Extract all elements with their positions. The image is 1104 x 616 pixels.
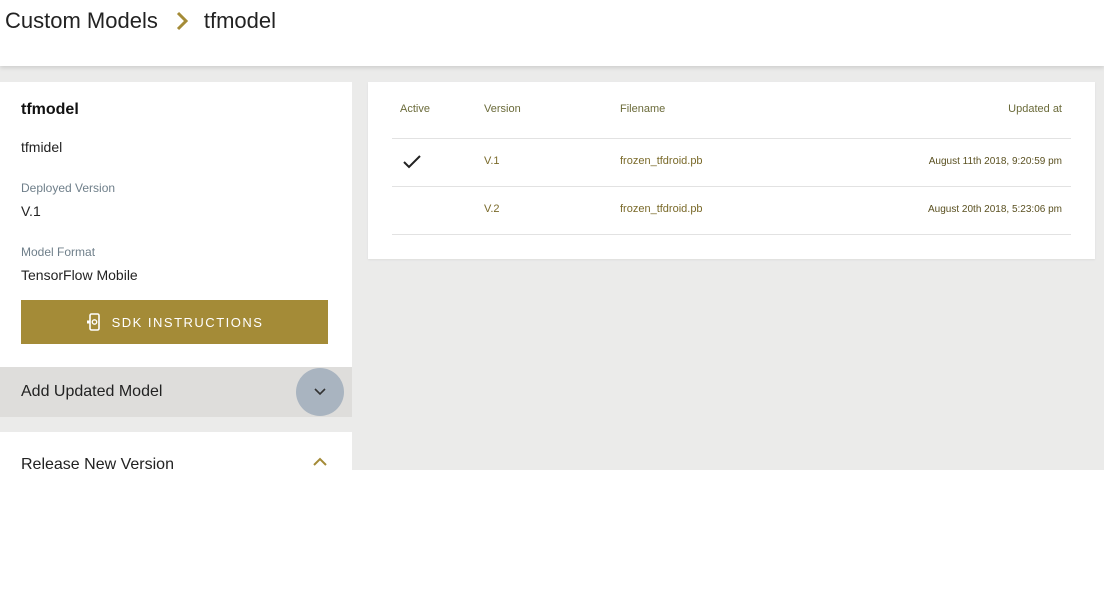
- release-new-version-accordion[interactable]: Release New Version: [0, 432, 352, 473]
- release-new-version-label: Release New Version: [21, 456, 174, 473]
- column-header-updated-at: Updated at: [1008, 103, 1062, 115]
- column-header-version: Version: [484, 103, 521, 115]
- model-name: tfmodel: [21, 101, 79, 118]
- deployed-version-value: V.1: [21, 203, 41, 219]
- row-version: V.1: [484, 155, 500, 167]
- model-format-label: Model Format: [21, 245, 96, 259]
- breadcrumb: Custom Models tfmodel: [5, 8, 276, 34]
- sdk-instructions-label: SDK INSTRUCTIONS: [111, 314, 264, 330]
- add-updated-model-label: Add Updated Model: [21, 383, 163, 400]
- model-format-value: TensorFlow Mobile: [21, 267, 138, 283]
- versions-table: Active Version Filename Updated at V.1 f…: [368, 82, 1095, 259]
- breadcrumb-current: tfmodel: [203, 8, 276, 33]
- chevron-right-icon: [170, 9, 194, 33]
- row-filename: frozen_tfdroid.pb: [620, 155, 703, 167]
- row-filename: frozen_tfdroid.pb: [620, 203, 703, 215]
- row-version: V.2: [484, 203, 500, 215]
- row-updated-at: August 11th 2018, 9:20:59 pm: [928, 156, 1062, 167]
- column-header-filename: Filename: [620, 103, 666, 115]
- row-divider: [392, 186, 1071, 187]
- deployed-version-label: Deployed Version: [21, 181, 116, 195]
- column-header-active: Active: [400, 103, 430, 115]
- add-updated-model-accordion[interactable]: Add Updated Model: [0, 367, 352, 417]
- chevron-down-icon: [314, 388, 326, 396]
- sdk-instructions-button[interactable]: SDK INSTRUCTIONS: [21, 300, 328, 344]
- expand-toggle-button[interactable]: [296, 368, 344, 416]
- chevron-up-icon[interactable]: [312, 457, 328, 467]
- page-header: Custom Models tfmodel: [0, 0, 1104, 66]
- checkmark-icon: [402, 154, 422, 170]
- header-divider: [392, 138, 1071, 139]
- breadcrumb-custom-models-link[interactable]: Custom Models: [5, 8, 158, 34]
- model-detail-card: tfmodel tfmidel Deployed Version V.1 Mod…: [0, 82, 352, 367]
- row-divider: [392, 234, 1071, 235]
- phone-settings-icon: [86, 313, 102, 331]
- model-description: tfmidel: [21, 139, 63, 155]
- row-updated-at: August 20th 2018, 5:23:06 pm: [928, 204, 1062, 215]
